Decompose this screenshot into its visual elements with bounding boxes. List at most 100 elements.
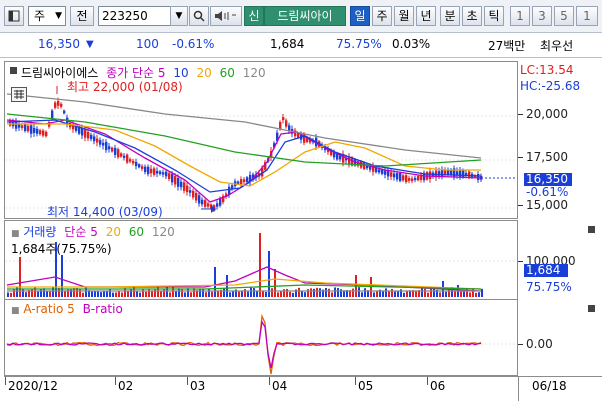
legend-volume-name: 거래량 [23, 225, 57, 239]
panel-close-icon[interactable] [588, 305, 595, 312]
candle-body [36, 128, 39, 134]
candle-body [126, 154, 129, 163]
volume-bar [247, 291, 249, 297]
candle-body [231, 185, 234, 189]
volume-bar [7, 292, 9, 297]
candle-body [150, 168, 153, 174]
sound-icon[interactable] [210, 6, 242, 26]
panel-close-icon[interactable] [10, 67, 17, 74]
date-label: 2020/12 [5, 377, 58, 393]
volume-bar [229, 292, 231, 297]
candle-body [384, 170, 387, 175]
cursor-date-label: 06/18 [532, 379, 567, 393]
candle-body [189, 190, 192, 193]
period-tab-minute[interactable]: 분 [440, 6, 460, 26]
candle-body [204, 200, 207, 207]
candle-body [45, 131, 48, 137]
candle-body [24, 124, 27, 132]
count-button-5[interactable]: 5 [554, 6, 574, 26]
turnover-rate: 0.03% [392, 37, 431, 51]
period-tab-second[interactable]: 초 [462, 6, 482, 26]
grid-table-icon[interactable] [11, 87, 27, 102]
code-type-select[interactable]: 주 ▼ [28, 6, 66, 26]
candle-body [123, 155, 126, 158]
volume-bar [337, 288, 339, 297]
candle-body [390, 172, 393, 177]
legend-vol-ma-label: 단순 [64, 225, 87, 239]
stock-name-label[interactable]: 드림씨아이 [264, 6, 346, 26]
volume-bar [103, 291, 105, 297]
volume-bar [385, 288, 387, 297]
priority-label: 최우선 [540, 39, 574, 53]
candle-body [237, 181, 240, 184]
jeon-button[interactable]: 전 [70, 6, 94, 26]
volume-bar [391, 288, 393, 297]
volume-bar [97, 291, 99, 297]
volume-bar [106, 290, 108, 297]
volume-bar [139, 292, 141, 297]
search-icon[interactable] [189, 6, 209, 26]
legend-vol-ma120: 120 [151, 225, 175, 239]
volume-bar [22, 288, 24, 297]
lc-value: LC:13.54 [520, 63, 574, 77]
volume-bar [112, 292, 114, 297]
period-tab-year[interactable]: 년 [416, 6, 436, 26]
price-tick: 20,000 [518, 107, 568, 121]
volume-bar [118, 291, 120, 297]
volume-bar [439, 292, 441, 297]
toolbar: 주 ▼ 전 223250 ▼ 신 드림씨아이 일 주 월 년 분 초 틱 1 3… [0, 0, 602, 33]
period-label: 일 [354, 9, 366, 23]
candle-body [402, 175, 405, 181]
ratio-chart-panel[interactable]: ■ A-ratio 5 B-ratio [4, 299, 518, 376]
volume-chart-panel[interactable]: ■ 거래량 단순 5 20 60 120 1,684주(75.75%) [4, 220, 518, 300]
candle-body [246, 177, 249, 182]
volume-bar [109, 288, 111, 297]
volume-bar [403, 292, 405, 297]
code-type-value: 주 [34, 9, 46, 23]
volume-bar [316, 287, 318, 297]
menu-icon[interactable] [4, 6, 24, 26]
ratio-tick: 0.00 [518, 337, 553, 351]
volume-bar [469, 292, 471, 297]
count-button-3[interactable]: 3 [532, 6, 552, 26]
volume-bar [352, 288, 354, 297]
period-label: 년 [420, 9, 432, 23]
candle-body [90, 134, 93, 140]
volume-bar [241, 290, 243, 297]
count-button-10[interactable]: 1 [576, 6, 598, 26]
candle-body [186, 185, 189, 193]
volume-bar [268, 251, 270, 297]
legend-vol-ma5: 5 [90, 225, 98, 239]
volume-bar [313, 288, 315, 297]
volume-bar [40, 288, 42, 297]
count-button-1[interactable]: 1 [510, 6, 530, 26]
candle-body [120, 153, 123, 157]
candle-body [96, 138, 99, 143]
price-chart-panel[interactable]: 드림씨아이에스 종가 단순 5 10 20 60 120 최고 22,000 (… [4, 61, 518, 219]
candle-body [411, 178, 414, 181]
period-tab-month[interactable]: 월 [394, 6, 414, 26]
period-tab-week[interactable]: 주 [372, 6, 392, 26]
code-dropdown-button[interactable]: ▼ [170, 6, 188, 26]
candle-body [429, 171, 432, 179]
candle-body [465, 172, 468, 176]
volume-bar [82, 292, 84, 297]
stock-code-value: 223250 [102, 9, 148, 23]
volume-bar [415, 291, 417, 297]
period-tab-tick[interactable]: 틱 [484, 6, 504, 26]
period-tab-day[interactable]: 일 [350, 6, 370, 26]
candle-body [387, 170, 390, 177]
panel-close-icon[interactable] [588, 226, 595, 233]
legend-ma20: 20 [196, 66, 212, 80]
candle-body [162, 172, 165, 175]
date-label: 02 [114, 377, 134, 393]
candle-body [132, 160, 135, 164]
ratio-legend: ■ A-ratio 5 B-ratio [11, 302, 123, 316]
volume-bar [430, 288, 432, 297]
period-label: 분 [444, 9, 456, 23]
candle-body [57, 100, 60, 106]
volume-bar [289, 291, 291, 297]
volume-bar [175, 291, 177, 297]
volume-bar [148, 288, 150, 297]
stock-code-input[interactable]: 223250 [98, 6, 176, 26]
